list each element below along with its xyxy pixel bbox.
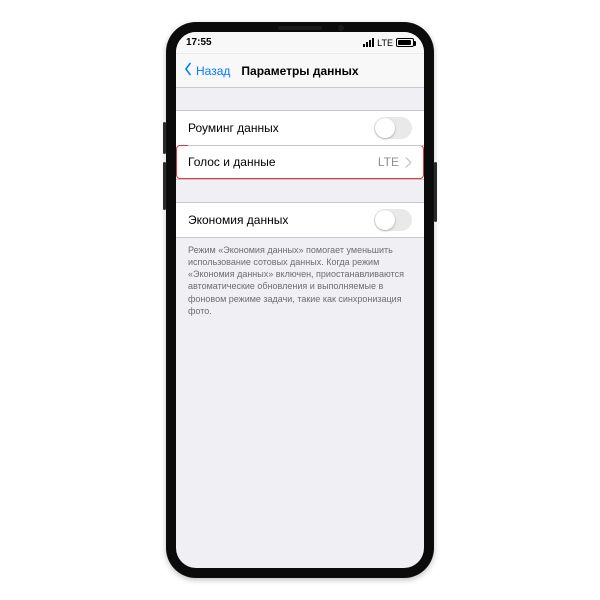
back-label: Назад [196,64,230,78]
status-time: 17:55 [186,37,212,48]
row-low-data: Экономия данных [176,203,424,237]
content[interactable]: Роуминг данных Голос и данные LTE Э [176,88,424,568]
status-right: LTE [363,38,414,48]
row-label: Роуминг данных [188,121,279,135]
volume-down-button [163,162,166,210]
footer-text: Режим «Экономия данных» помогает уменьши… [176,238,424,317]
carrier-label: LTE [377,38,393,48]
row-value: LTE [378,155,399,169]
settings-group-1: Роуминг данных Голос и данные LTE [176,110,424,180]
chevron-right-icon [405,157,412,168]
screen: 17:55 LTE Назад Параметры данных [176,32,424,568]
phone-speaker [278,26,322,30]
status-bar: 17:55 LTE [176,32,424,54]
power-button [434,162,437,222]
volume-up-button [163,122,166,154]
back-button[interactable]: Назад [176,62,230,79]
signal-icon [363,38,374,47]
row-label: Экономия данных [188,213,288,227]
battery-icon [396,38,414,47]
row-data-roaming: Роуминг данных [176,111,424,145]
nav-bar: Назад Параметры данных [176,54,424,88]
phone-sensor [338,25,344,31]
phone-frame: 17:55 LTE Назад Параметры данных [166,22,434,578]
data-roaming-switch[interactable] [374,117,412,139]
settings-group-2: Экономия данных [176,202,424,238]
row-voice-data[interactable]: Голос и данные LTE [176,145,424,179]
row-label: Голос и данные [188,155,276,169]
chevron-left-icon [182,62,194,79]
low-data-switch[interactable] [374,209,412,231]
